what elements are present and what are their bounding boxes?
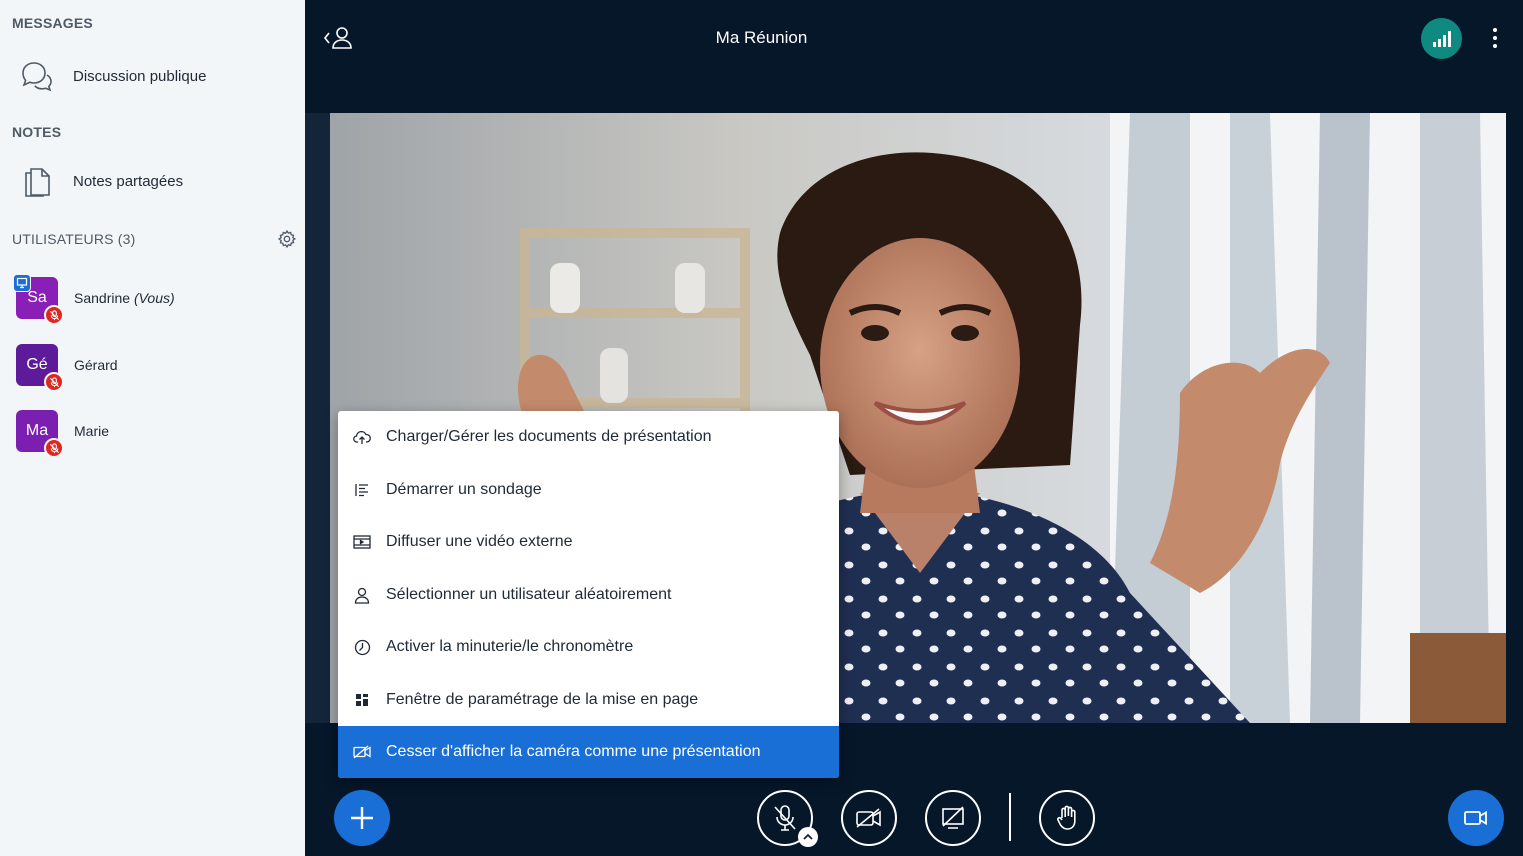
- hand-icon: [1057, 805, 1076, 830]
- user-row-sandrine[interactable]: Sa Sandrine (Vous): [13, 273, 296, 325]
- plus-icon: [351, 807, 373, 829]
- mic-off-icon: [774, 805, 796, 831]
- public-chat-label: Discussion publique: [73, 67, 207, 85]
- mic-options-caret-icon[interactable]: [798, 827, 818, 847]
- menu-item-random-user[interactable]: Sélectionner un utilisateur aléatoiremen…: [338, 569, 839, 621]
- notes-section-title: NOTES: [12, 124, 62, 140]
- toolbar-divider: [1009, 793, 1011, 841]
- timer-icon: [338, 639, 386, 656]
- avatar-initials: Gé: [26, 356, 48, 373]
- raise-hand-button[interactable]: [1039, 790, 1095, 846]
- shared-notes-label: Notes partagées: [73, 172, 184, 190]
- mic-muted-icon: [44, 305, 64, 325]
- actions-plus-button[interactable]: [334, 790, 390, 846]
- user-icon: [338, 587, 386, 604]
- menu-item-start-poll[interactable]: Démarrer un sondage: [338, 464, 839, 516]
- connection-status-button[interactable]: [1421, 18, 1462, 59]
- share-screen-button[interactable]: [925, 790, 981, 846]
- layout-grid-icon: [338, 693, 386, 707]
- presenter-icon: [13, 274, 31, 292]
- users-section-title: UTILISATEURS (3): [12, 231, 136, 247]
- chevron-left-icon: [323, 32, 330, 44]
- mic-muted-icon: [44, 372, 64, 392]
- user-row-marie[interactable]: Ma Marie: [16, 406, 296, 458]
- avatar: Ma: [16, 410, 64, 458]
- share-webcam-button[interactable]: [841, 790, 897, 846]
- toggle-user-list-button[interactable]: [322, 24, 356, 52]
- user-name: Gérard: [74, 357, 118, 373]
- avatar-initials: Sa: [27, 289, 47, 306]
- camera-off-icon: [856, 808, 881, 828]
- more-options-icon[interactable]: [1484, 24, 1506, 52]
- messages-section-title: MESSAGES: [12, 15, 93, 31]
- mic-muted-icon: [44, 438, 64, 458]
- menu-item-stop-camera-presentation[interactable]: Cesser d'afficher la caméra comme une pr…: [338, 726, 839, 778]
- menu-item-upload-presentation[interactable]: Charger/Gérer les documents de présentat…: [338, 411, 839, 463]
- screen-share-off-icon: [942, 806, 964, 829]
- poll-list-icon: [338, 482, 386, 498]
- menu-item-external-video[interactable]: Diffuser une vidéo externe: [338, 516, 839, 568]
- user-row-gerard[interactable]: Gé Gérard: [16, 340, 296, 392]
- signal-bars-icon: [1432, 30, 1451, 47]
- video-camera-icon: [1464, 810, 1487, 826]
- sidebar: MESSAGES Discussion publique NOTES Notes…: [0, 0, 305, 856]
- public-chat-item[interactable]: Discussion publique: [12, 54, 297, 98]
- external-video-icon: [338, 535, 386, 549]
- chat-bubbles-icon: [12, 56, 62, 96]
- shared-notes-item[interactable]: Notes partagées: [12, 159, 297, 203]
- menu-item-timer[interactable]: Activer la minuterie/le chronomètre: [338, 621, 839, 673]
- avatar-initials: Ma: [25, 422, 49, 439]
- user-name: Sandrine (Vous): [74, 290, 175, 306]
- menu-item-layout-settings[interactable]: Fenêtre de paramétrage de la mise en pag…: [338, 674, 839, 726]
- users-settings-gear-icon[interactable]: [276, 228, 298, 250]
- avatar: Gé: [16, 344, 64, 392]
- actions-menu: Charger/Gérer les documents de présentat…: [338, 411, 839, 778]
- documents-icon: [12, 161, 62, 201]
- camera-off-presentation-icon: [338, 745, 386, 759]
- camera-as-content-button[interactable]: [1448, 790, 1504, 846]
- upload-cloud-icon: [338, 429, 386, 445]
- avatar: Sa: [13, 274, 64, 325]
- video-area-edge: [305, 113, 330, 723]
- user-name: Marie: [74, 423, 110, 439]
